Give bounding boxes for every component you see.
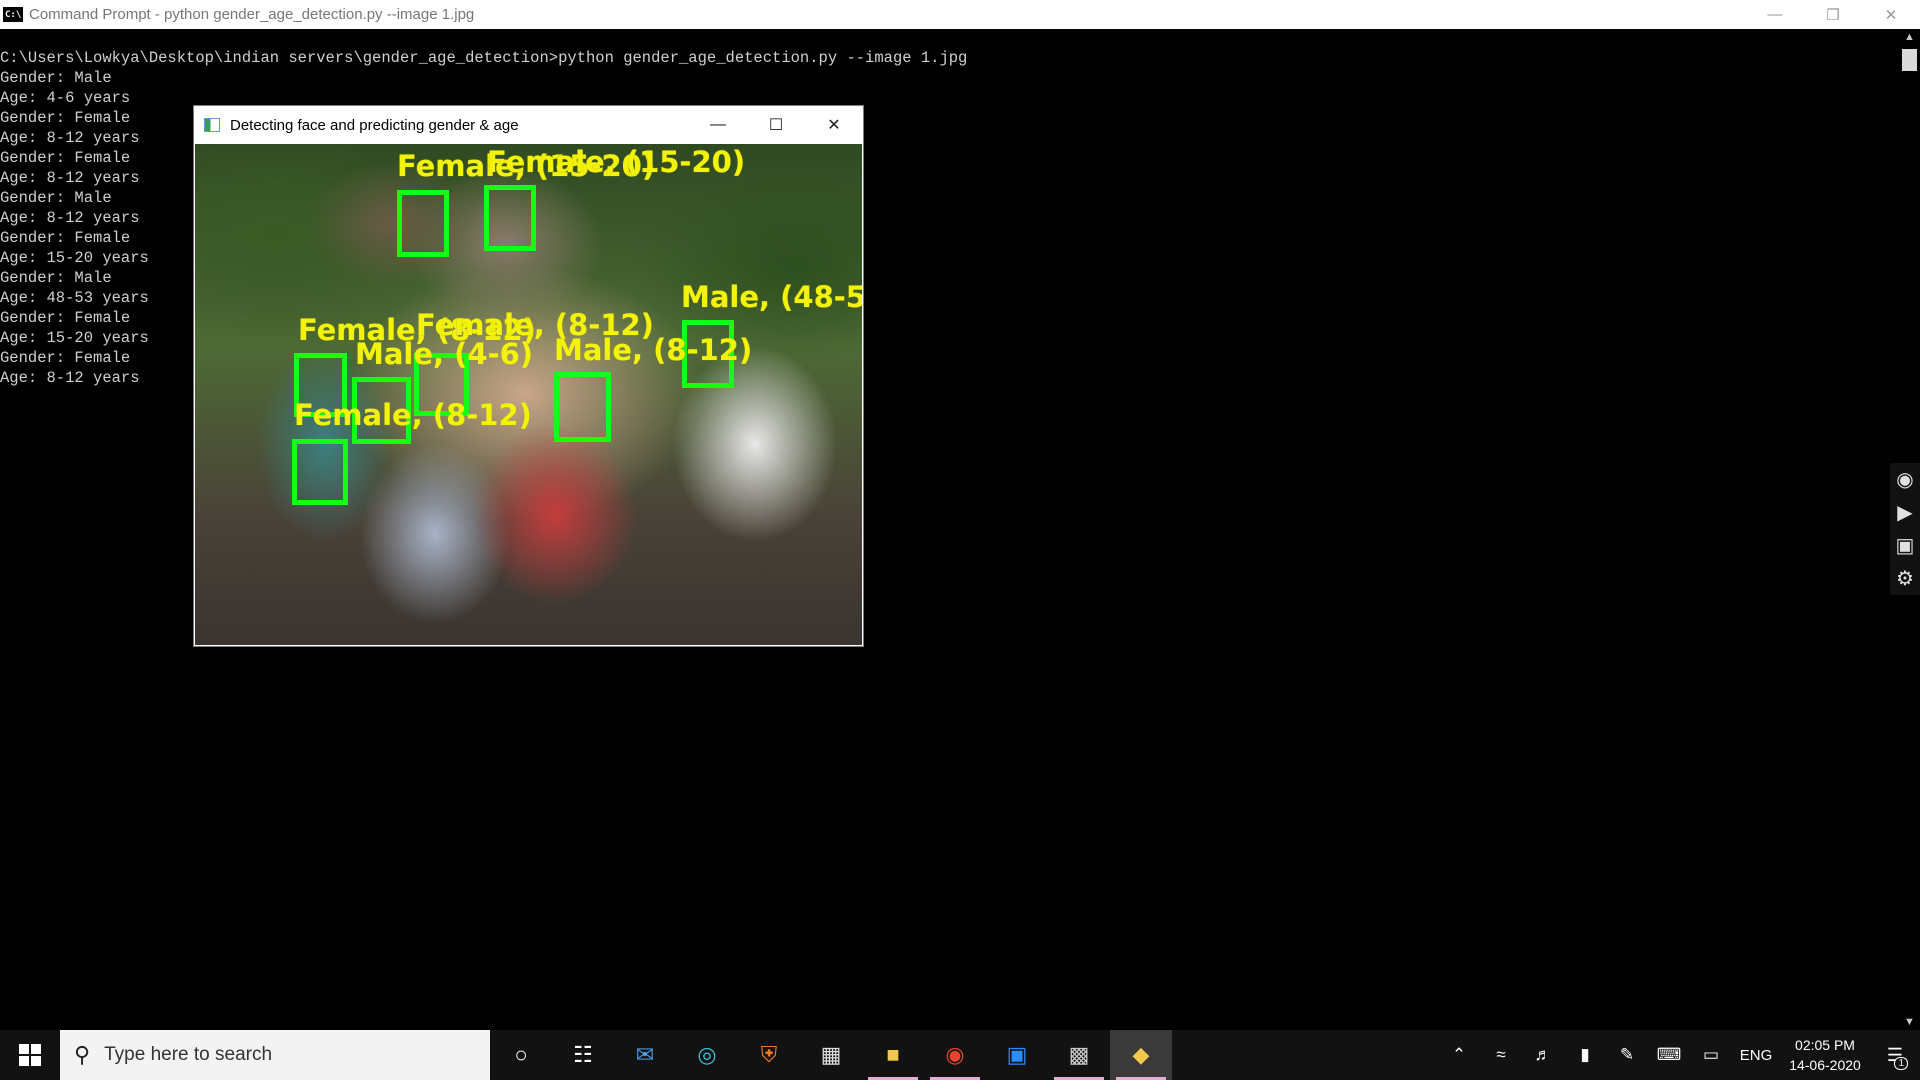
cmd-icon: C:\ <box>3 7 23 22</box>
search-icon: ⚲ <box>74 1042 91 1067</box>
face-label: Female, (15-20) <box>487 145 746 179</box>
pen-icon[interactable]: ✎ <box>1606 1030 1648 1080</box>
terminal-icon[interactable]: ▩ <box>1048 1030 1110 1080</box>
system-tray: ⌃ ≈ ♬ ▮ ✎ ⌨ ▭ ENG 02:05 PM 14-06-2020 ☰ … <box>1438 1030 1920 1080</box>
task-view-icon[interactable]: ☷ <box>552 1030 614 1080</box>
scroll-down-arrow-icon[interactable]: ▼ <box>1899 1016 1920 1028</box>
capture-toolbar: ◉ ▶ ▣ ⚙ <box>1890 463 1920 595</box>
camera-icon[interactable]: ◉ <box>1890 463 1920 496</box>
maximize-button[interactable]: ☐ <box>747 106 805 144</box>
clock[interactable]: 02:05 PM 14-06-2020 <box>1780 1035 1870 1075</box>
brave-icon[interactable]: ⛨ <box>738 1030 800 1080</box>
console-line: Gender: Male <box>0 69 112 87</box>
clock-date: 14-06-2020 <box>1789 1057 1861 1073</box>
face-label: Male, (8-12) <box>554 333 753 367</box>
face-box <box>292 439 348 505</box>
edge-icon[interactable]: ◎ <box>676 1030 738 1080</box>
chrome-icon[interactable]: ◉ <box>924 1030 986 1080</box>
gallery-icon[interactable]: ▣ <box>1890 529 1920 562</box>
detection-window-titlebar[interactable]: Detecting face and predicting gender & a… <box>194 106 863 144</box>
language-indicator[interactable]: ENG <box>1732 1047 1780 1064</box>
zoom-icon[interactable]: ▣ <box>986 1030 1048 1080</box>
store-icon[interactable]: ▦ <box>800 1030 862 1080</box>
close-button[interactable]: ✕ <box>805 106 863 144</box>
cmd-minimize-button[interactable]: — <box>1746 0 1804 29</box>
face-label: Male, (4-6) <box>355 337 534 371</box>
taskbar-search-box[interactable]: ⚲ Type here to search <box>60 1030 490 1080</box>
cmd-close-button[interactable]: ✕ <box>1862 0 1920 29</box>
detection-window-title: Detecting face and predicting gender & a… <box>230 116 519 134</box>
face-box <box>484 185 536 251</box>
cmd-titlebar[interactable]: C:\ Command Prompt - python gender_age_d… <box>0 0 1920 29</box>
cmd-window-controls: — ❐ ✕ <box>1746 0 1920 29</box>
mail-icon[interactable]: ✉ <box>614 1030 676 1080</box>
scroll-up-arrow-icon[interactable]: ▲ <box>1899 31 1920 43</box>
cmd-window-title: Command Prompt - python gender_age_detec… <box>29 6 475 23</box>
gear-icon[interactable]: ⚙ <box>1890 562 1920 595</box>
windows-logo-icon <box>19 1044 41 1066</box>
detection-window-controls: — ☐ ✕ <box>689 106 863 144</box>
taskbar: ⚲ Type here to search ○ ☷ ✉ ◎ ⛨ ▦ ■ ◉ ▣ … <box>0 1030 1920 1080</box>
keyboard-icon[interactable]: ⌨ <box>1648 1030 1690 1080</box>
detection-image: Female, (15-20) Female, (15-20) Male, (4… <box>195 144 862 645</box>
chevron-up-icon[interactable]: ⌃ <box>1438 1030 1480 1080</box>
search-placeholder: Type here to search <box>104 1044 273 1065</box>
face-label: Male, (48-53) <box>681 280 862 314</box>
tablet-mode-icon[interactable]: ▭ <box>1690 1030 1732 1080</box>
start-button[interactable] <box>0 1030 60 1080</box>
console-line: C:\Users\Lowkya\Desktop\indian servers\g… <box>0 49 968 67</box>
face-label: Female, (8-12) <box>294 398 532 432</box>
detection-window[interactable]: Detecting face and predicting gender & a… <box>193 105 864 647</box>
cmd-restore-button[interactable]: ❐ <box>1804 0 1862 29</box>
battery-icon[interactable]: ▮ <box>1564 1030 1606 1080</box>
volume-icon[interactable]: ♬ <box>1522 1030 1564 1080</box>
minimize-button[interactable]: — <box>689 106 747 144</box>
notification-center-icon[interactable]: ☰ 1 <box>1870 1030 1920 1080</box>
face-box <box>554 372 611 442</box>
wifi-icon[interactable]: ≈ <box>1480 1030 1522 1080</box>
face-box <box>397 190 449 257</box>
cortana-icon[interactable]: ○ <box>490 1030 552 1080</box>
file-explorer-icon[interactable]: ■ <box>862 1030 924 1080</box>
notification-badge: 1 <box>1894 1057 1908 1070</box>
clock-time: 02:05 PM <box>1795 1037 1855 1053</box>
python-icon[interactable]: ◆ <box>1110 1030 1172 1080</box>
app-window-icon <box>204 118 220 132</box>
scrollbar-thumb[interactable] <box>1902 49 1917 71</box>
video-camera-icon[interactable]: ▶ <box>1890 496 1920 529</box>
